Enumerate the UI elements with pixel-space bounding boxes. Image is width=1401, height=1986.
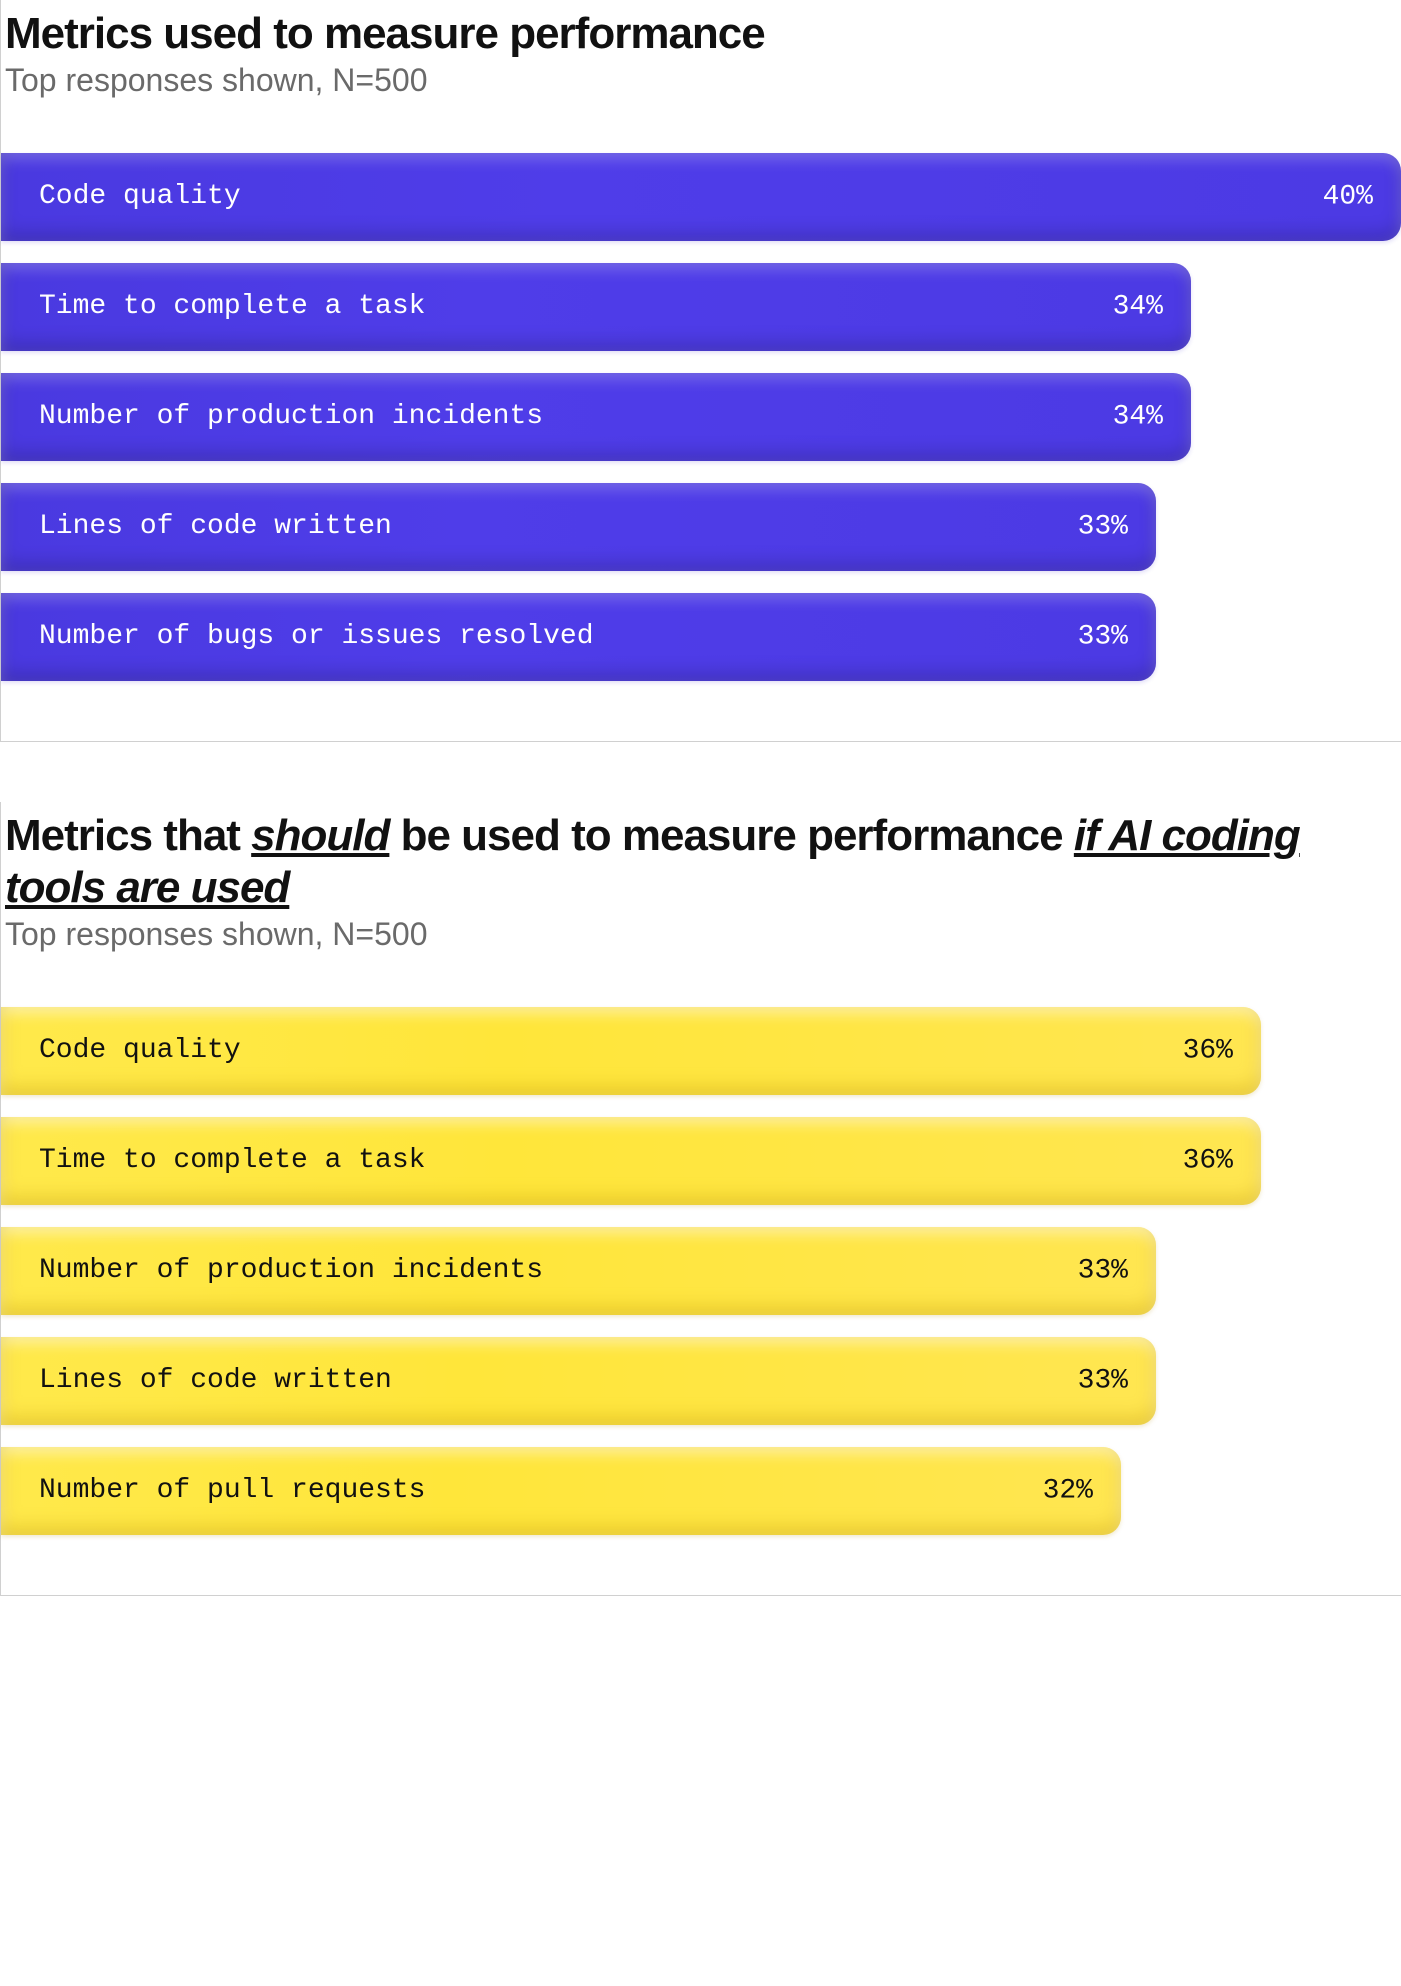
bar-row: Time to complete a task 36% [1,1117,1401,1205]
chart-subtitle: Top responses shown, N=500 [5,916,1397,953]
bar-row: Code quality 36% [1,1007,1401,1095]
bar: Lines of code written 33% [1,1337,1156,1425]
bar-value: 40% [1323,181,1373,212]
chart-block-2: Metrics that should be used to measure p… [0,802,1401,1596]
bar-label: Lines of code written [39,511,392,542]
bar: Time to complete a task 34% [1,263,1191,351]
chart-subtitle: Top responses shown, N=500 [5,62,1397,99]
bar-label: Number of production incidents [39,1255,543,1286]
bar-row: Number of bugs or issues resolved 33% [1,593,1401,681]
chart-block-1: Metrics used to measure performance Top … [0,0,1401,742]
bar-row: Time to complete a task 34% [1,263,1401,351]
bar: Number of production incidents 34% [1,373,1191,461]
bar-label: Code quality [39,181,241,212]
bar-label: Code quality [39,1035,241,1066]
bar-value: 36% [1183,1035,1233,1066]
bar-value: 34% [1113,401,1163,432]
bar: Lines of code written 33% [1,483,1156,571]
bar-row: Number of production incidents 34% [1,373,1401,461]
bar: Code quality 36% [1,1007,1261,1095]
bar-row: Code quality 40% [1,153,1401,241]
bar-row: Lines of code written 33% [1,1337,1401,1425]
chart-title: Metrics that should be used to measure p… [5,810,1397,914]
bar-value: 33% [1078,621,1128,652]
bar: Number of pull requests 32% [1,1447,1121,1535]
bar: Code quality 40% [1,153,1401,241]
chart-title: Metrics used to measure performance [5,8,1397,60]
chart-header: Metrics used to measure performance Top … [1,0,1401,123]
bar-value: 33% [1078,511,1128,542]
bar-label: Number of production incidents [39,401,543,432]
bar-row: Number of pull requests 32% [1,1447,1401,1535]
bars-container: Code quality 36% Time to complete a task… [1,977,1401,1595]
bar-value: 34% [1113,291,1163,322]
bar-value: 32% [1043,1475,1093,1506]
chart-header: Metrics that should be used to measure p… [1,802,1401,977]
bar-label: Time to complete a task [39,1145,425,1176]
bar-row: Lines of code written 33% [1,483,1401,571]
bar-value: 36% [1183,1145,1233,1176]
bar-label: Lines of code written [39,1365,392,1396]
bar-label: Number of pull requests [39,1475,425,1506]
bar: Time to complete a task 36% [1,1117,1261,1205]
bar-label: Number of bugs or issues resolved [39,621,594,652]
bar-value: 33% [1078,1365,1128,1396]
bar-row: Number of production incidents 33% [1,1227,1401,1315]
bar-label: Time to complete a task [39,291,425,322]
bar: Number of bugs or issues resolved 33% [1,593,1156,681]
bars-container: Code quality 40% Time to complete a task… [1,123,1401,741]
bar: Number of production incidents 33% [1,1227,1156,1315]
bar-value: 33% [1078,1255,1128,1286]
